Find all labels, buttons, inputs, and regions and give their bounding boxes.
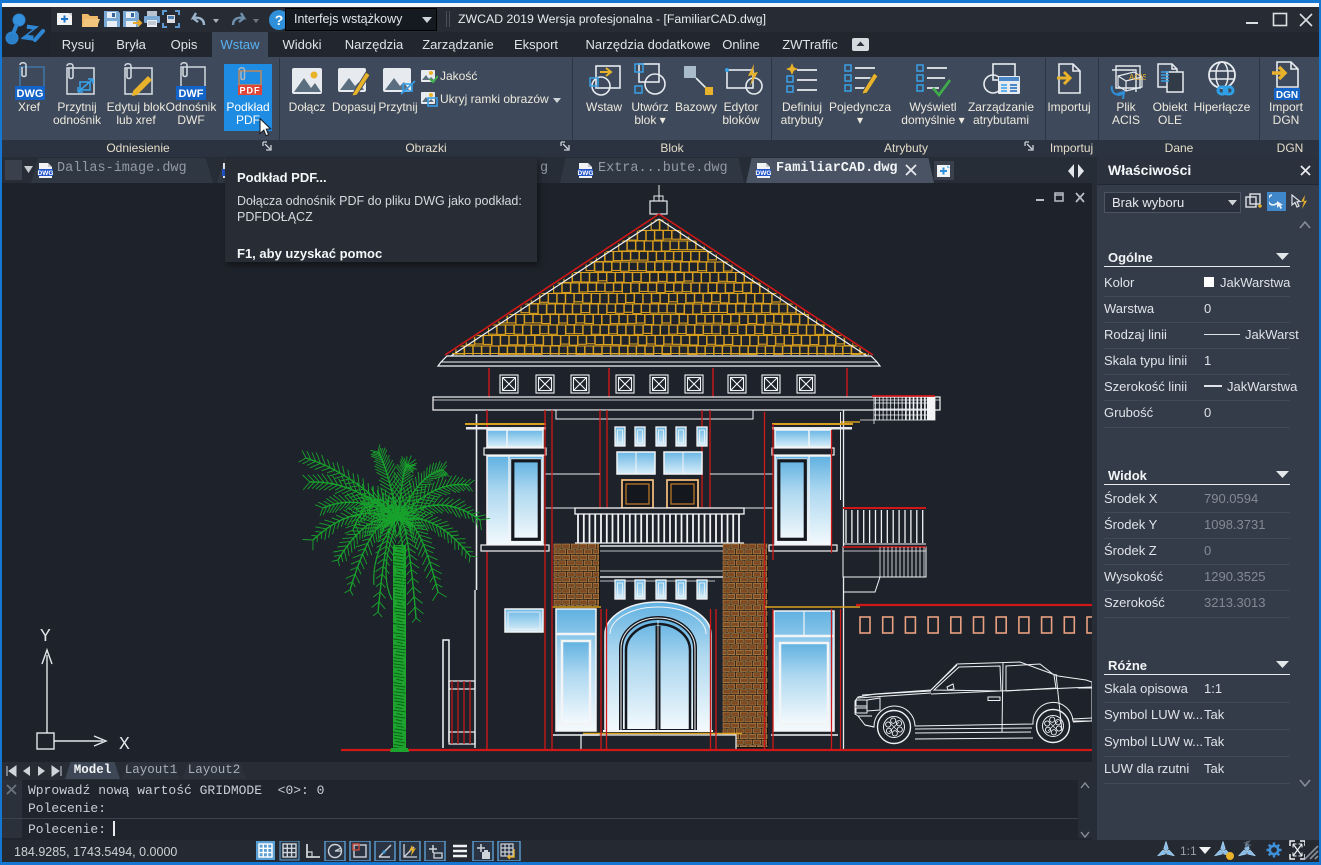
svg-text:ACIS: ACIS — [1129, 73, 1146, 82]
svg-text:PDF: PDF — [240, 86, 261, 96]
svg-text:DWF: DWF — [178, 88, 203, 100]
svg-text:1:1: 1:1 — [1180, 844, 1197, 858]
svg-text:DWG: DWG — [38, 170, 54, 177]
svg-text:X: X — [119, 735, 130, 755]
svg-text:DWG: DWG — [17, 88, 44, 100]
svg-text:Y: Y — [40, 627, 51, 647]
svg-text:?: ? — [275, 12, 284, 28]
svg-text:DWG: DWG — [578, 170, 594, 177]
svg-text:DGN: DGN — [1276, 90, 1298, 100]
svg-text:DWG: DWG — [756, 170, 772, 177]
